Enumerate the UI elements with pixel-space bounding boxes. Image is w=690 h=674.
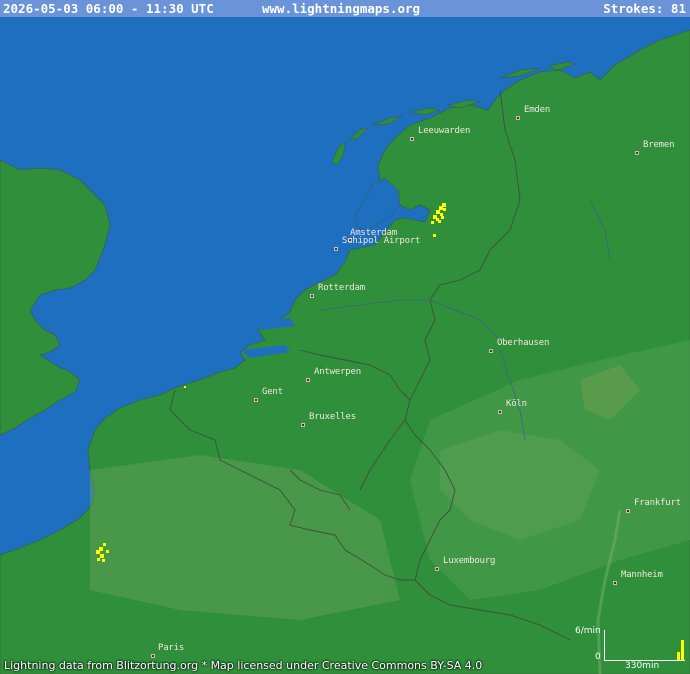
histogram-max-label: 6/min xyxy=(575,626,601,636)
site-link[interactable]: www.lightningmaps.org xyxy=(262,0,420,17)
city-dot xyxy=(306,378,310,382)
city-label: Oberhausen xyxy=(497,338,550,348)
city-dot xyxy=(498,410,502,414)
city-label: Köln xyxy=(506,399,527,409)
city-dot xyxy=(516,116,520,120)
city-label: Rotterdam xyxy=(318,283,365,293)
city-dot xyxy=(301,423,305,427)
map-base xyxy=(0,0,690,674)
city-label: Leeuwarden xyxy=(418,126,471,136)
histogram-axis xyxy=(604,630,685,661)
city-label: Luxembourg xyxy=(443,556,496,566)
city-label: Mannheim xyxy=(621,570,663,580)
credit-text[interactable]: Lightning data from Blitzortung.org * Ma… xyxy=(4,658,482,674)
city-dot xyxy=(334,247,338,251)
time-range: 2026-05-03 06:00 - 11:30 UTC xyxy=(3,1,214,16)
city-label: Emden xyxy=(524,105,551,115)
city-label: Gent xyxy=(262,387,283,397)
city-dot xyxy=(410,137,414,141)
city-dot xyxy=(254,398,258,402)
city-dot xyxy=(635,151,639,155)
city-dot xyxy=(489,349,493,353)
city-label: Frankfurt xyxy=(634,498,681,508)
city-dot xyxy=(613,581,617,585)
stroke-rate-histogram: 6/min 0 330min xyxy=(575,626,687,671)
city-label: Schipol Airport xyxy=(342,236,421,246)
city-label: Bruxelles xyxy=(309,412,356,422)
stroke-count: Strokes: 81 xyxy=(603,1,686,16)
city-label: Antwerpen xyxy=(314,367,361,377)
city-dot xyxy=(626,509,630,513)
city-dot xyxy=(435,567,439,571)
footer-bar: Lightning data from Blitzortung.org * Ma… xyxy=(0,658,690,674)
city-label: Paris xyxy=(158,643,185,653)
lightning-map[interactable]: 2026-05-03 06:00 - 11:30 UTC www.lightni… xyxy=(0,0,690,674)
header-bar: 2026-05-03 06:00 - 11:30 UTC www.lightni… xyxy=(0,0,690,17)
city-label: Bremen xyxy=(643,140,675,150)
city-dot xyxy=(310,294,314,298)
histogram-bar xyxy=(681,640,684,660)
